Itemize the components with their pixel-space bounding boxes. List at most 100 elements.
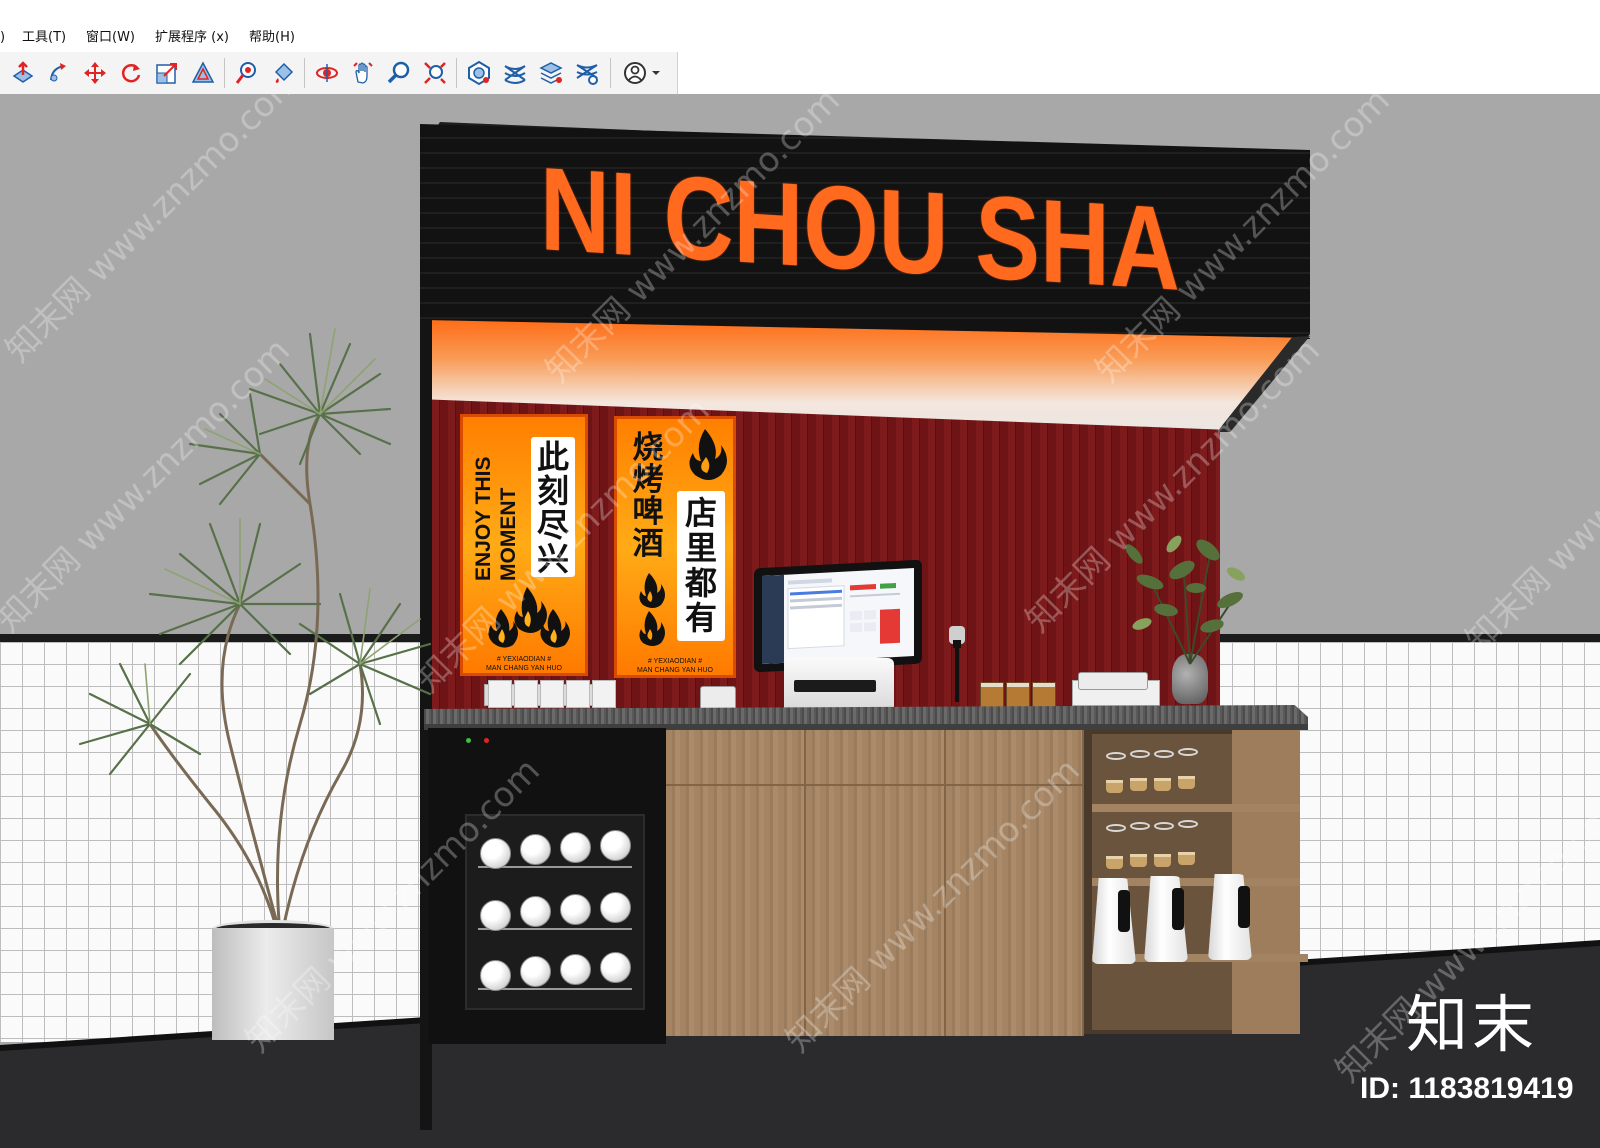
poster-right-char: 里 [684,529,717,567]
poster-left-footer-2: MAN CHANG YAN HUO [486,665,562,672]
poster-left: 此 刻 尽 兴 ENJOY THIS MOMENT # YEXIAODIAN #… [460,414,588,676]
cabinet-doors [666,730,1084,1036]
menu-item-extensions[interactable]: 扩展程序 (x) [155,30,229,46]
kettle-handle [1118,890,1130,932]
napkin-stack [1078,672,1148,690]
cup [1130,778,1147,791]
flame-icon [639,573,665,646]
cup [1178,852,1195,865]
fridge-item [520,956,551,987]
wine-glass [1130,750,1150,758]
poster-left-char: 尽 [536,506,569,544]
cup [488,680,512,708]
menu-item-tools[interactable]: 工具(T) [22,30,66,46]
wine-glass [1154,750,1174,758]
pos-stand-slot [794,680,876,692]
toolbar-separator [456,58,457,88]
poster-right-char: 烤 [632,462,664,498]
fridge-item [480,838,511,869]
fridge-item [560,894,591,925]
fridge-item [600,892,631,923]
fridge-item [520,896,551,927]
barcode-scanner [949,626,965,702]
cup [566,680,590,708]
fridge-item [480,900,511,931]
fridge-item [600,830,631,861]
image-id-label: ID: 1183819419 [1360,1072,1574,1105]
menu-item-cut-off[interactable]: ) [0,30,5,46]
toolbar [0,52,1600,94]
flame-icon [689,429,727,480]
kettle-handle [1172,888,1184,930]
poster-right-footer-2: MAN CHANG YAN HUO [637,667,713,674]
fridge-item [520,834,551,865]
fridge-item [560,832,591,863]
cabinet-seam [666,784,1084,786]
brand-watermark: 知末 [1406,988,1539,1061]
zoom-extents-icon[interactable] [422,60,448,86]
fridge-led-red [484,738,489,743]
push-pull-icon[interactable] [10,60,36,86]
poster-right-char: 店 [684,494,717,532]
cup [1178,776,1195,789]
toolbar-separator [224,58,225,88]
flame-icon [488,587,570,648]
pos-screen [762,568,914,664]
wine-glass [1178,820,1198,828]
offset-icon[interactable] [190,60,216,86]
cabinet-seam [944,730,946,1036]
poster-right-footer-1: # YEXIAODIAN # [647,658,703,665]
poster-right-char: 烧 [632,430,664,466]
rotate-icon[interactable] [118,60,144,86]
tape-measure-icon[interactable] [234,60,260,86]
shelf-board [1092,804,1300,812]
menu-item-help[interactable]: 帮助(H) [249,30,295,46]
poster-left-english: ENJOY THIS MOMENT [472,456,520,581]
follow-me-icon[interactable] [46,60,72,86]
cup [1106,780,1123,793]
poster-right-char: 啤 [632,494,664,530]
poster-left-char: 刻 [536,472,569,510]
cabinet-seam [804,730,806,1036]
poster-left-char: 此 [536,438,569,476]
warehouse-icon[interactable] [466,60,492,86]
menu-bar: ) 工具(T) 窗口(W) 扩展程序 (x) 帮助(H) [0,0,1600,52]
poster-right-char: 都 [684,564,717,602]
extension-warehouse-icon[interactable] [502,60,528,86]
cup [592,680,616,708]
layout-icon[interactable] [538,60,564,86]
kettle-handle [1238,886,1250,928]
cup [1130,854,1147,867]
potted-plant [78,328,432,935]
model-viewport[interactable]: NI CHOU SHA 此 刻 尽 兴 ENJOY THIS MOMENT # … [0,94,1600,1148]
wine-glass [1178,748,1198,756]
fridge-led-green [466,738,471,743]
cup [540,680,564,708]
cup [1106,856,1123,869]
orbit-icon[interactable] [314,60,340,86]
pos-screen-ui [762,574,900,664]
pan-icon[interactable] [350,60,376,86]
pos-terminal [754,559,922,673]
fridge-item [480,960,511,991]
cup [1154,778,1171,791]
fridge-item [560,954,591,985]
zoom-icon[interactable] [386,60,412,86]
move-icon[interactable] [82,60,108,86]
poster-left-char: 兴 [536,540,569,578]
cup [1154,854,1171,867]
wine-glass [1154,822,1174,830]
flower-arrangement [1125,535,1246,665]
account-icon[interactable] [622,60,668,86]
poster-right: 烧 烤 啤 酒 店 里 都 有 # YEXIAODIAN # MAN CHANG… [614,416,736,678]
poster-right-char: 酒 [632,526,664,562]
poster-right-char: 有 [684,599,717,637]
toolbar-strip [0,52,678,94]
wine-glass [1106,752,1126,760]
scale-icon[interactable] [154,60,180,86]
wine-glass [1106,824,1126,832]
cup [514,680,538,708]
menu-item-window[interactable]: 窗口(W) [86,30,135,46]
extension-manager-icon[interactable] [574,60,600,86]
paint-bucket-icon[interactable] [270,60,296,86]
